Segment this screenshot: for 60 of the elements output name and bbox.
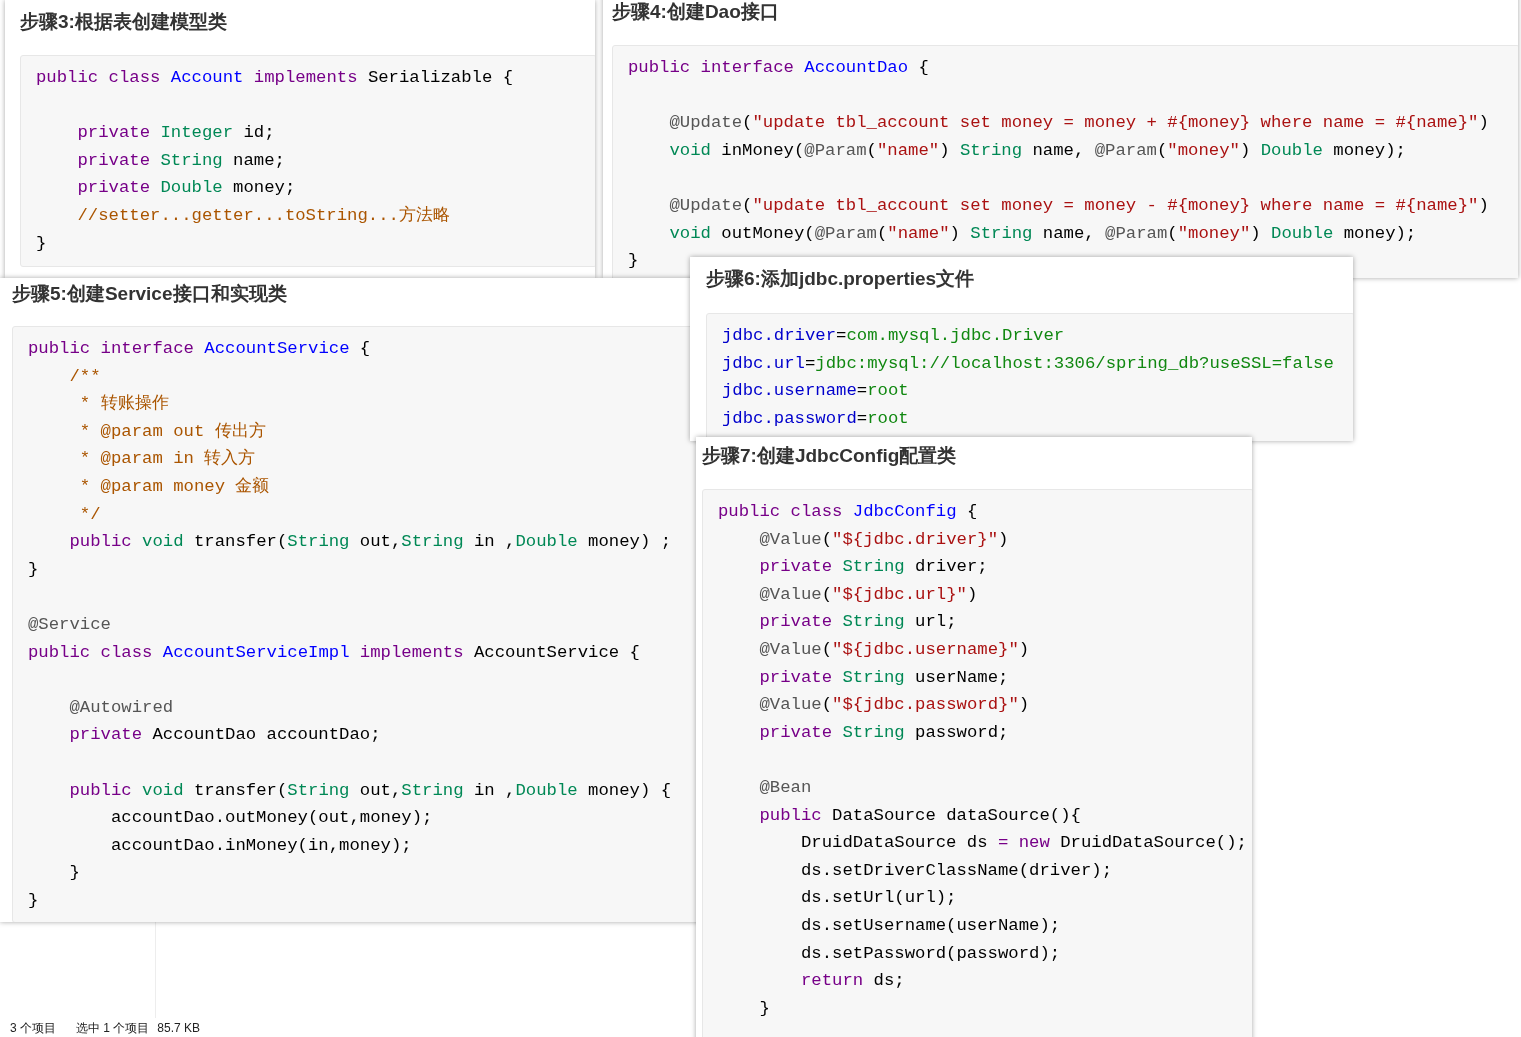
code-line: jdbc.password=root [722,407,909,430]
code-line: public interface AccountService { [28,338,371,360]
code-line: * @param in 转入方 [78,448,256,471]
snippet-title: 步骤3:根据表创建模型类 [20,10,227,34]
code-line: } [28,889,39,912]
code-line: @Bean [759,776,812,799]
code-line: public class AccountServiceImpl implements AccountService { [28,641,640,664]
snippet-title: 步骤4:创建Dao接口 [612,0,779,24]
status-text: 85.7 KB [157,1020,201,1036]
snippet-title: 步骤5:创建Service接口和实现类 [12,282,287,306]
code-line: private Integer id; [77,122,275,145]
code-line: private String name; [77,149,285,172]
code-line: } [28,558,39,581]
code-line: DruidDataSource ds = new DruidDataSource(); [800,832,1247,855]
code-line: } [628,250,639,273]
snippet-title: 步骤6:添加jdbc.properties文件 [706,267,975,291]
code-line: return ds; [800,970,905,993]
status-text: 选中 1 个项目 [76,1020,150,1036]
code-line: jdbc.url=jdbc:mysql://localhost:3306/spring_db?useSSL=false [722,352,1334,375]
code-line: @Update("update tbl_account set money = money + #{money} where name = #{name}") [669,112,1489,135]
code-line: } [36,232,47,255]
code-line: public interface AccountDao { [628,57,929,79]
code-line: } [759,997,770,1020]
code-line: ds.setPassword(password); [800,942,1061,965]
code-line: private String url; [759,611,957,634]
code-line: void inMoney(@Param("name") String name, @Param("money") Double money); [669,139,1406,162]
code-line: /** [69,365,101,388]
code-line: private String driver; [759,556,988,579]
code-line: @Value("${jdbc.driver}") [759,528,1009,551]
code-line: accountDao.outMoney(out,money); [110,807,433,830]
code-line: } [69,862,80,885]
code-line: private String password; [759,721,1009,744]
code-line: @Update("update tbl_account set money = money - #{money} where name = #{name}") [669,194,1489,217]
code-line: @Value("${jdbc.url}") [759,583,978,606]
code-line: */ [78,503,101,526]
code-line: public void transfer(String out,String in ,Double money) ; [69,531,672,554]
code-line: ds.setUrl(url); [800,887,957,910]
code-line: public class Account implements Serializable { [36,67,514,89]
code-line: * @param out 传出方 [78,420,266,443]
snippet-title: 步骤7:创建JdbcConfig配置类 [702,444,957,468]
code-line: void outMoney(@Param("name") String name, @Param("money") Double money); [669,222,1417,245]
code-line: public class JdbcConfig { [718,501,978,523]
code-line: ds.setUsername(userName); [800,914,1061,937]
code-line: @Autowired [69,696,174,719]
code-line: private Double money; [77,177,296,200]
code-line: jdbc.username=root [722,380,909,403]
code-line: accountDao.inMoney(in,money); [110,834,412,857]
code-line: ds.setDriverClassName(driver); [800,859,1113,882]
code-line: @Value("${jdbc.password}") [759,694,1030,717]
code-line: private String userName; [759,666,1009,689]
code-line: @Value("${jdbc.username}") [759,638,1030,661]
code-line: jdbc.driver=com.mysql.jdbc.Driver [722,325,1065,347]
code-line: private AccountDao accountDao; [69,724,381,747]
status-text: 3 个项目 [10,1020,56,1036]
code-line: //setter...getter...toString...方法略 [77,204,450,227]
code-line: * @param money 金额 [78,475,270,498]
code-line: @Service [28,613,111,636]
code-line: * 转账操作 [78,393,169,416]
code-line: public DataSource dataSource(){ [759,804,1081,827]
code-line: public void transfer(String out,String in ,Double money) { [69,779,672,802]
